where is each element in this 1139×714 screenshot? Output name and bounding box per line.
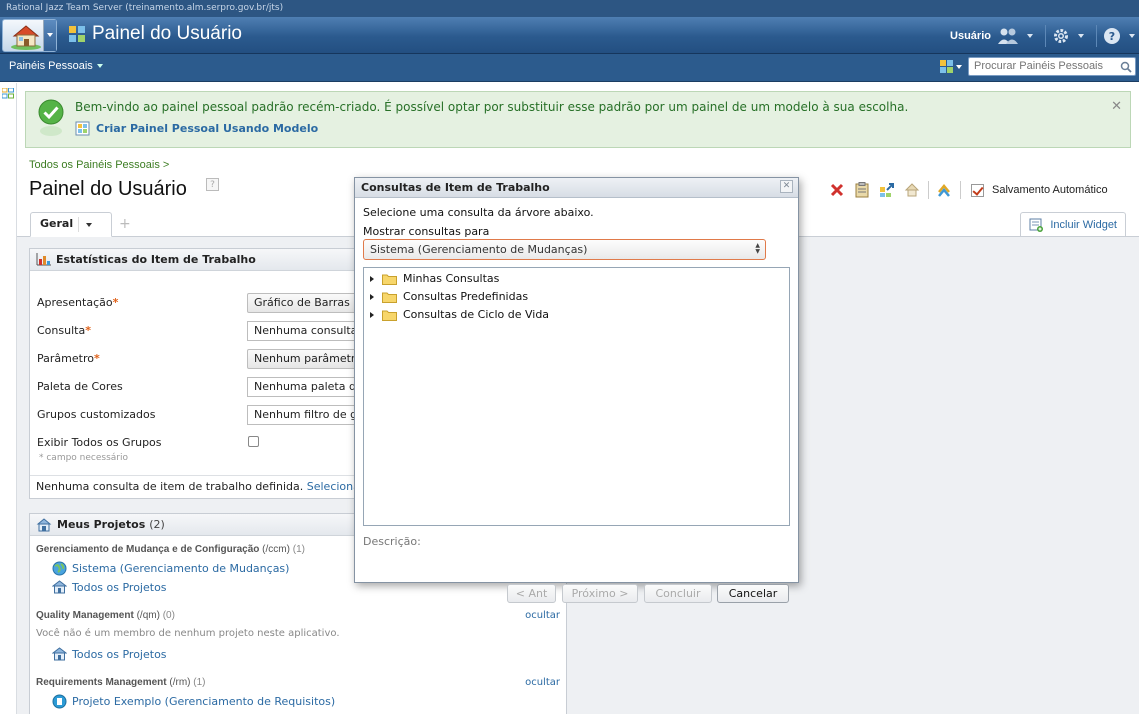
finish-button[interactable]: Concluir [644, 584, 712, 603]
users-icon[interactable] [997, 27, 1019, 45]
create-dashboard-from-template-link[interactable]: Criar Painel Pessoal Usando Modelo [75, 121, 318, 136]
query-source-select[interactable]: Sistema (Gerenciamento de Mudanças) ▲ ▼ [363, 239, 766, 260]
welcome-message: Bem-vindo ao painel pessoal padrão recém… [25, 91, 1131, 148]
template-icon [75, 121, 90, 136]
banner: Painel do Usuário Usuário ? [0, 17, 1139, 54]
folder-icon [382, 292, 397, 303]
dashboard-sidebar-icon[interactable] [2, 88, 14, 104]
clipboard-icon[interactable] [853, 181, 871, 199]
share-icon[interactable] [878, 181, 896, 199]
chevron-down-icon [96, 64, 103, 69]
autosave-checkbox[interactable] [971, 183, 984, 197]
all-projects-icon [52, 580, 67, 594]
home-menu-button[interactable] [2, 19, 57, 52]
banner-right-tools: Usuário ? [950, 17, 1139, 54]
search-input[interactable] [974, 60, 1119, 72]
home-dashboard-icon[interactable] [903, 181, 921, 199]
home-icon [11, 25, 41, 50]
work-item-queries-dialog: Consultas de Item de Trabalho ✕ Selecion… [354, 177, 799, 583]
dashboard-menu-icon[interactable] [940, 59, 964, 75]
qm-membership-note: Você não é um membro de nenhum projeto n… [36, 628, 340, 639]
hide-rm-link[interactable]: ocultar [525, 677, 560, 688]
tree-node-predefined-queries[interactable]: Consultas Predefinidas [370, 290, 528, 303]
add-tab-button[interactable]: + [119, 216, 131, 232]
field-label-color-palette: Paleta de Cores [37, 380, 123, 393]
dialog-instruction: Selecione uma consulta da árvore abaixo. [363, 206, 594, 219]
help-icon[interactable]: ? [1103, 27, 1121, 45]
search-dashboards-input[interactable] [968, 57, 1136, 76]
projects-icon [36, 517, 52, 531]
tree-node-my-queries[interactable]: Minhas Consultas [370, 272, 499, 285]
personal-dashboards-menu[interactable]: Painéis Pessoais [9, 60, 103, 72]
gear-icon[interactable] [1052, 27, 1070, 45]
field-label-query: Consulta* [37, 324, 91, 337]
user-menu-label[interactable]: Usuário [950, 30, 991, 42]
page-help-icon[interactable]: ? [206, 178, 219, 191]
description-label: Descrição: [363, 535, 421, 548]
dashboard-icon [69, 26, 85, 42]
welcome-text: Bem-vindo ao painel pessoal padrão recém… [75, 100, 909, 114]
previous-button[interactable]: < Ant [507, 584, 556, 603]
tab-geral[interactable]: Geral [30, 212, 112, 237]
folder-icon [382, 310, 397, 321]
breadcrumb[interactable]: Todos os Painéis Pessoais > [29, 159, 169, 171]
dashboard-toolbar: Salvamento Automático [828, 181, 1108, 199]
left-gutter [0, 83, 17, 714]
add-widget-icon [1029, 218, 1044, 232]
user-menu-chevron-icon[interactable] [1027, 33, 1033, 38]
refresh-icon[interactable] [935, 181, 953, 199]
requirements-project-icon [52, 694, 67, 709]
select-arrows-icon: ▲ ▼ [755, 242, 760, 255]
cancel-button[interactable]: Cancelar [717, 584, 789, 603]
window-title: Rational Jazz Team Server (treinamento.a… [0, 0, 1139, 17]
field-label-show-all-groups: Exibir Todos os Grupos [37, 436, 162, 449]
tree-node-lifecycle-queries[interactable]: Consultas de Ciclo de Vida [370, 308, 549, 321]
next-button[interactable]: Próximo > [562, 584, 638, 603]
help-chevron-icon[interactable] [1129, 33, 1135, 38]
dialog-close-button[interactable]: ✕ [780, 180, 793, 193]
svg-text:?: ? [1109, 30, 1115, 43]
add-widget-button[interactable]: Incluir Widget [1020, 212, 1126, 236]
settings-chevron-icon[interactable] [1078, 33, 1084, 38]
dialog-title[interactable]: Consultas de Item de Trabalho [355, 178, 798, 198]
project-group-ccm: Gerenciamento de Mudança e de Configuraç… [36, 544, 305, 555]
home-dropdown-arrow[interactable] [43, 20, 56, 51]
project-item-link[interactable]: Todos os Projetos [52, 647, 167, 661]
field-label-presentation: Apresentação* [37, 296, 119, 309]
globe-icon [52, 561, 67, 576]
folder-icon [382, 274, 397, 285]
project-group-qm: Quality Management (/qm) (0) [36, 610, 175, 621]
success-check-icon [38, 99, 64, 136]
autosave-toggle[interactable]: Salvamento Automático [971, 183, 1108, 197]
field-label-parameter: Parâmetro* [37, 352, 100, 365]
project-item-link[interactable]: Projeto Exemplo (Gerenciamento de Requis… [52, 694, 335, 709]
search-icon[interactable] [1120, 61, 1132, 73]
all-projects-icon [52, 647, 67, 661]
hide-qm-link[interactable]: ocultar [525, 610, 560, 621]
page-title: Painel do Usuário [29, 178, 187, 200]
bar-chart-icon [36, 253, 51, 266]
show-all-groups-checkbox[interactable] [248, 436, 259, 447]
query-tree: Minhas Consultas Consultas Predefinidas … [363, 267, 790, 526]
close-welcome-button[interactable]: ✕ [1111, 99, 1122, 114]
project-group-rm: Requirements Management (/rm) (1) [36, 677, 206, 688]
project-item-link[interactable]: Sistema (Gerenciamento de Mudanças) [52, 561, 289, 576]
field-label-custom-groups: Grupos customizados [37, 408, 156, 421]
banner-title: Painel do Usuário [92, 23, 242, 44]
expand-arrow-icon[interactable] [370, 293, 374, 300]
expand-arrow-icon[interactable] [370, 275, 374, 282]
required-field-note: * campo necessário [39, 453, 128, 463]
expand-arrow-icon[interactable] [370, 311, 374, 318]
delete-icon[interactable] [828, 181, 846, 199]
tab-menu-chevron-icon[interactable] [86, 223, 92, 227]
show-queries-for-label: Mostrar consultas para [363, 225, 490, 238]
project-item-link[interactable]: Todos os Projetos [52, 580, 167, 594]
